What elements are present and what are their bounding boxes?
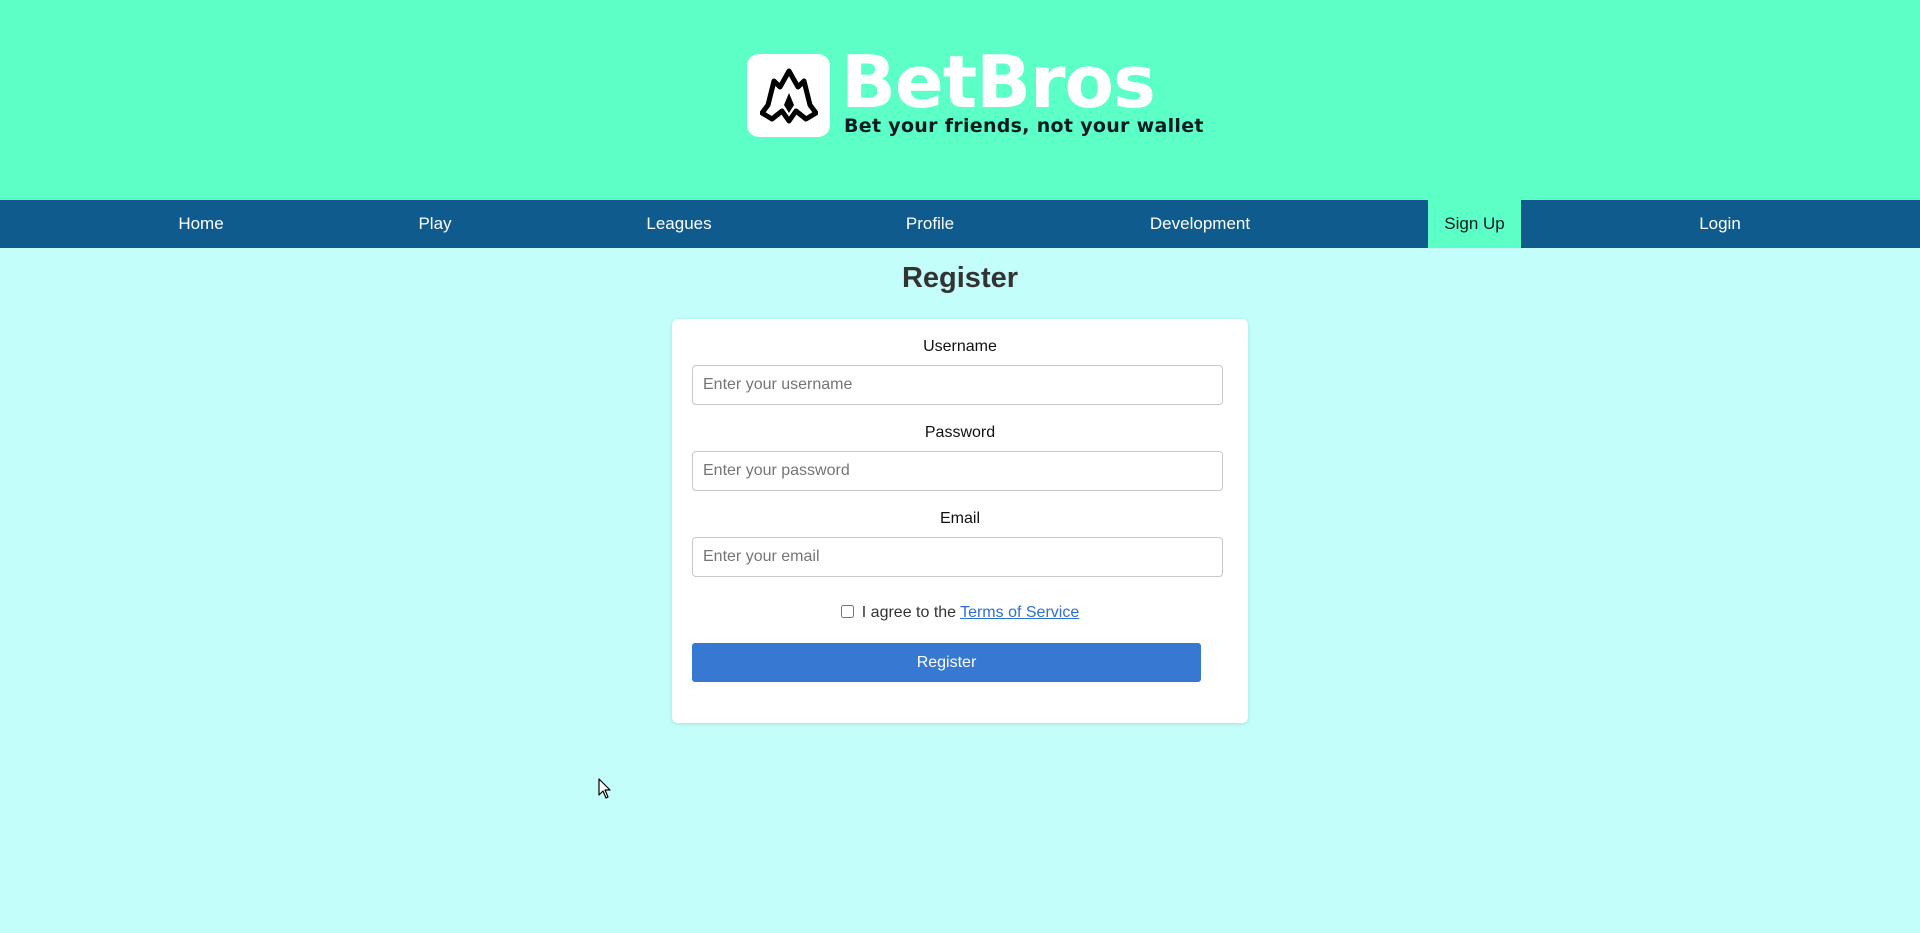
email-field[interactable] (692, 537, 1223, 577)
flame-crown-logo-icon (759, 68, 818, 123)
nav-item-leagues[interactable]: Leagues (579, 200, 779, 248)
main-nav: Home Play Leagues Profile Development Si… (0, 200, 1920, 248)
nav-item-profile[interactable]: Profile (830, 200, 1030, 248)
site-header: BetBros Bet your friends, not your walle… (0, 0, 1920, 200)
terms-agreement-row: I agree to the Terms of Service (672, 604, 1248, 622)
username-label: Username (923, 338, 997, 355)
password-label: Password (924, 424, 996, 441)
register-button[interactable]: Register (692, 643, 1201, 682)
terms-of-service-link[interactable]: Terms of Service (960, 604, 1079, 622)
mouse-cursor-icon (598, 778, 611, 799)
terms-agree-text: I agree to the (861, 604, 957, 621)
email-label: Email (939, 510, 980, 527)
nav-item-login[interactable]: Login (1620, 200, 1820, 248)
brand-tagline: Bet your friends, not your wallet (844, 115, 1204, 137)
nav-item-home[interactable]: Home (100, 200, 302, 248)
nav-item-development[interactable]: Development (1100, 200, 1300, 248)
username-field[interactable] (692, 365, 1223, 405)
terms-checkbox[interactable] (840, 604, 854, 618)
brand-name: BetBros (841, 40, 1156, 124)
nav-item-play[interactable]: Play (335, 200, 535, 248)
logo[interactable] (747, 54, 830, 137)
page-title: Register (901, 262, 1019, 294)
password-field[interactable] (692, 451, 1223, 491)
register-form: Username Password Email I agree to the T… (672, 319, 1248, 723)
nav-item-sign-up[interactable]: Sign Up (1428, 200, 1521, 248)
